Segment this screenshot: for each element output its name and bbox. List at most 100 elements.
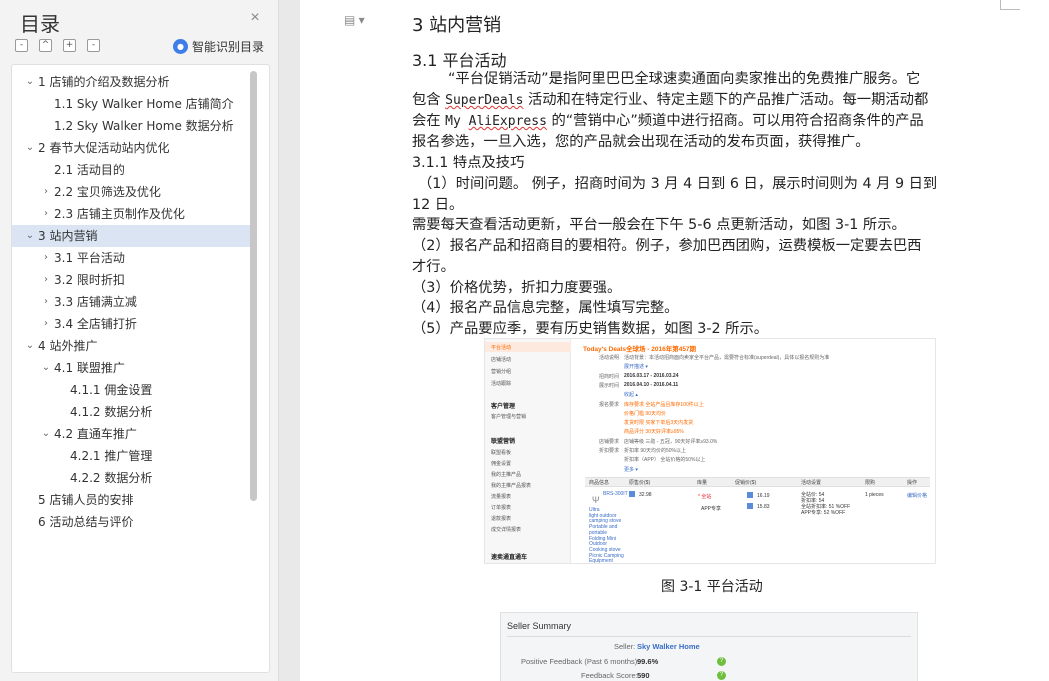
paragraph-line: 包含 SuperDeals 活动和在特定行业、特定主题下的产品推广活动。每一期活… [412, 92, 929, 108]
figure-sidebar-item: 联盟看板 [491, 450, 512, 456]
chevron-down-icon[interactable]: ⌄ [24, 225, 36, 247]
figure-row-value: 店铺等级 三勋 - 五冠，90天好评率≥93.0% [624, 438, 718, 445]
outline-item[interactable]: ⌄ 3 站内营销 [12, 225, 250, 247]
list-item: 12 日。 [412, 197, 464, 213]
seller-value: Sky Walker Home [637, 642, 700, 651]
smart-recognize-label: 智能识别目录 [192, 39, 265, 54]
list-item: （4）报名产品信息完整，属性填写完整。 [412, 300, 679, 316]
action-link: 编辑价格 [907, 493, 928, 499]
outline-item[interactable]: 1.2 Sky Walker Home 数据分析 [12, 115, 250, 137]
outline-item[interactable]: 5 店铺人员的安排 [12, 489, 250, 511]
product-thumbnail-icon: Ψ [592, 495, 600, 505]
chevron-right-icon[interactable]: › [40, 203, 52, 225]
outline-item[interactable]: ⌄ 1 店铺的介绍及数据分析 [12, 71, 250, 93]
checkbox-icon [629, 491, 635, 497]
setting-line: APP专享: 52 %OFF [801, 510, 846, 516]
figure-row-key: 报名要求 [599, 401, 620, 408]
outline-item[interactable]: › 3.3 店铺满立减 [12, 291, 250, 313]
figure-row-key: 折扣要求 [599, 448, 620, 454]
figure-row-value: 更多 ▾ [624, 466, 638, 473]
outline-item-label: 1.2 Sky Walker Home 数据分析 [54, 119, 234, 133]
chevron-down-icon[interactable]: ⌄ [24, 71, 36, 93]
outline-item-label: 2.1 活动目的 [54, 163, 125, 177]
outline-item-label: 4.1.1 佣金设置 [70, 383, 153, 397]
chevron-down-icon[interactable]: ⌄ [24, 137, 36, 159]
page-tool-icon[interactable]: ▤ ▾ [344, 13, 365, 27]
chevron-right-icon[interactable]: › [40, 269, 52, 291]
outline-item[interactable]: › 2.2 宝贝筛选及优化 [12, 181, 250, 203]
product-description-line: Equipment [589, 558, 613, 564]
chevron-down-icon[interactable]: ⌄ [40, 423, 52, 445]
figure-row-value: 2016.03.17 - 2016.03.24 [624, 372, 679, 379]
outline-panel: 目录 × - ^ + - ● 智能识别目录 ⌄ 1 店铺的介绍及数据分析 1.1 S… [0, 0, 279, 681]
outline-item[interactable]: ⌄ 4.2 直通车推广 [12, 423, 250, 445]
outline-item[interactable]: 4.2.1 推广管理 [12, 445, 250, 467]
outline-item-label: 2 春节大促活动站内优化 [38, 141, 170, 155]
outline-item-label: 3.3 店铺满立减 [54, 295, 137, 309]
outline-item-label: 3.2 限时折扣 [54, 273, 125, 287]
smart-recognize-toc-button[interactable]: ● 智能识别目录 [173, 38, 264, 54]
chevron-right-icon[interactable]: › [40, 291, 52, 313]
outline-item[interactable]: › 3.1 平台活动 [12, 247, 250, 269]
figure-row-value: 活动背景：本活动招商面向卖家全平台产品，需要符合标准(superdeal)，具体… [624, 355, 830, 361]
figure-table-header-cell: 操作 [907, 480, 918, 486]
chevron-right-icon[interactable]: › [40, 313, 52, 335]
seller-summary-title: Seller Summary [507, 621, 572, 631]
outline-item-label: 3.1 平台活动 [54, 251, 125, 265]
outline-item-label: 4.1 联盟推广 [54, 361, 125, 375]
outline-item-label: 4.2 直通车推广 [54, 427, 137, 441]
outline-scrollbar[interactable] [250, 71, 257, 501]
outline-item[interactable]: 1.1 Sky Walker Home 店铺简介 [12, 93, 250, 115]
promo-price-1: 16.19 [757, 493, 770, 499]
figure-table-header-cell: 促销价($) [735, 480, 757, 486]
outline-item[interactable]: ⌄ 4.1 联盟推广 [12, 357, 250, 379]
list-item: 才行。 [412, 259, 455, 275]
paragraph-line: 需要每天查看活动更新，平台一般会在下午 5-6 点更新活动，如图 3-1 所示。 [412, 217, 906, 233]
outline-item-label: 1 店铺的介绍及数据分析 [38, 75, 170, 89]
outline-item[interactable]: ⌄ 4 站外推广 [12, 335, 250, 357]
outline-item[interactable]: 6 活动总结与评价 [12, 511, 250, 533]
outline-item[interactable]: › 3.2 限时折扣 [12, 269, 250, 291]
outline-tree-list: ⌄ 1 店铺的介绍及数据分析 1.1 Sky Walker Home 店铺简介 1.2… [12, 71, 250, 533]
outline-item[interactable]: 2.1 活动目的 [12, 159, 250, 181]
outline-item[interactable]: 4.1.2 数据分析 [12, 401, 250, 423]
help-icon: ? [717, 657, 726, 666]
outline-item-label: 1.1 Sky Walker Home 店铺简介 [54, 97, 234, 111]
collapse-level-button[interactable]: ^ [39, 39, 52, 52]
figure-sidebar-heading: 客户管理 [491, 404, 516, 410]
outline-item-label: 4.2.2 数据分析 [70, 471, 153, 485]
stock-app-label: APP专享 [701, 506, 722, 512]
outline-item[interactable]: 4.1.1 佣金设置 [12, 379, 250, 401]
chevron-down-icon[interactable]: ⌄ [40, 357, 52, 379]
outline-item-label: 6 活动总结与评价 [38, 515, 134, 529]
outline-item[interactable]: › 2.3 店铺主页制作及优化 [12, 203, 250, 225]
heading-2: 3.1 平台活动 [412, 51, 507, 70]
positive-feedback-value: 99.6% [637, 657, 659, 666]
outline-item[interactable]: ⌄ 2 春节大促活动站内优化 [12, 137, 250, 159]
outline-item-label: 5 店铺人员的安排 [38, 493, 134, 507]
chevron-right-icon[interactable]: › [40, 181, 52, 203]
figure-sidebar-heading: 速卖通直通车 [491, 555, 528, 561]
outline-item[interactable]: 4.2.2 数据分析 [12, 467, 250, 489]
remove-heading-button[interactable]: - [87, 39, 100, 52]
close-icon[interactable]: × [246, 9, 264, 27]
seller-label: Seller: [614, 642, 636, 651]
figure-row-value: 收起 ▴ [624, 392, 638, 399]
figure-row-value: 库存要求 全站产品且库存100件以上 [624, 401, 704, 408]
figure-sidebar-item: 订单报表 [491, 505, 512, 511]
figure-table-header-cell: 商品信息 [589, 480, 610, 486]
figure-sidebar-item: 客户管理与营销 [491, 414, 527, 420]
outline-item-label: 4.1.2 数据分析 [70, 405, 153, 419]
figure-seller-summary: Seller Summary Seller: Sky Walker Home P… [500, 612, 918, 681]
chevron-down-icon[interactable]: ⌄ [24, 335, 36, 357]
heading-3: 3.1.1 特点及技巧 [412, 155, 525, 171]
expand-level-button[interactable]: + [63, 39, 76, 52]
outline-item[interactable]: › 3.4 全店铺打折 [12, 313, 250, 335]
list-item: （3）价格优势，折扣力度要强。 [412, 280, 622, 296]
checkbox-icon [747, 492, 753, 498]
help-icon: ? [717, 671, 726, 680]
outline-item-label: 3.4 全店铺打折 [54, 317, 137, 331]
figure-platform-activity: 平台活动 店铺活动 营销分组 活动跟踪 客户管理 客户管理与营销 联盟营销 联盟看板 佣金设置我… [484, 338, 936, 564]
collapse-all-button[interactable]: - [15, 39, 28, 52]
chevron-right-icon[interactable]: › [40, 247, 52, 269]
